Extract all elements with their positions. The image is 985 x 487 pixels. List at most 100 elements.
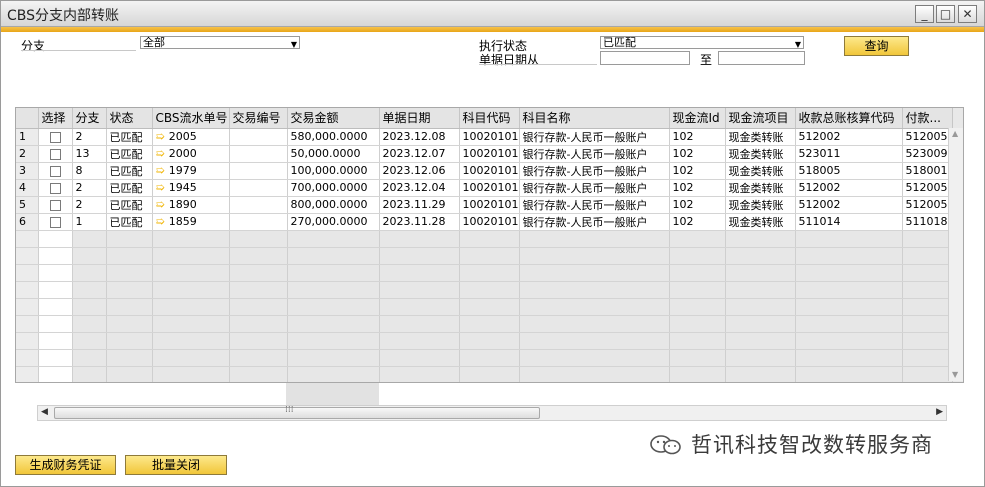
cell-cf-item[interactable]: 现金类转账: [725, 145, 796, 163]
table-row[interactable]: 6 1 已匹配 ➯ 1859 270,000.0000 2023.11.28 10020101…: [16, 213, 953, 231]
cell-cf-id[interactable]: 102: [669, 196, 726, 214]
cell-amount[interactable]: 700,000.0000: [287, 179, 380, 197]
scroll-right-icon[interactable]: ▶: [936, 407, 943, 417]
batch-close-button[interactable]: 批量关闭: [125, 455, 227, 475]
cell-branch[interactable]: 2: [72, 179, 107, 197]
cell-recv-code[interactable]: 512002: [795, 128, 903, 146]
cell-acct-code[interactable]: 10020101: [459, 162, 520, 180]
col-select[interactable]: 选择: [38, 108, 73, 129]
query-button[interactable]: 查询: [844, 36, 909, 56]
cell-trade-no[interactable]: [229, 213, 288, 231]
cell-cf-item[interactable]: 现金类转账: [725, 128, 796, 146]
table-row[interactable]: 1 2 已匹配 ➯ 2005 580,000.0000 2023.12.08 10020101…: [16, 128, 953, 146]
cell-cbs-no[interactable]: ➯ 2005: [152, 128, 230, 146]
table-row[interactable]: 2 13 已匹配 ➯ 2000 50,000.0000 2023.12.07 10020101…: [16, 145, 953, 163]
cell-cf-item[interactable]: 现金类转账: [725, 162, 796, 180]
cell-trade-no[interactable]: [229, 196, 288, 214]
select-checkbox[interactable]: [49, 165, 61, 177]
cell-status[interactable]: 已匹配: [106, 196, 153, 214]
cell-acct-code[interactable]: 10020101: [459, 145, 520, 163]
cell-acct-name[interactable]: 银行存款-人民币一般账户: [519, 128, 670, 146]
col-doc-date[interactable]: 单据日期: [379, 108, 460, 129]
cell-doc-date[interactable]: 2023.11.29: [379, 196, 460, 214]
link-arrow-icon[interactable]: ➯: [156, 181, 165, 194]
cell-recv-code[interactable]: 512002: [795, 179, 903, 197]
cell-status[interactable]: 已匹配: [106, 179, 153, 197]
col-recv-code[interactable]: 收款总账核算代码: [795, 108, 903, 129]
table-row[interactable]: 4 2 已匹配 ➯ 1945 700,000.0000 2023.12.04 10020101…: [16, 179, 953, 197]
cell-recv-code[interactable]: 512002: [795, 196, 903, 214]
maximize-button[interactable]: □: [936, 5, 955, 23]
cell-trade-no[interactable]: [229, 162, 288, 180]
link-arrow-icon[interactable]: ➯: [156, 147, 165, 160]
cell-acct-code[interactable]: 10020101: [459, 196, 520, 214]
cell-doc-date[interactable]: 2023.12.04: [379, 179, 460, 197]
cell-trade-no[interactable]: [229, 179, 288, 197]
cell-status[interactable]: 已匹配: [106, 213, 153, 231]
cell-amount[interactable]: 100,000.0000: [287, 162, 380, 180]
table-row[interactable]: 5 2 已匹配 ➯ 1890 800,000.0000 2023.11.29 10020101…: [16, 196, 953, 214]
cell-recv-code[interactable]: 518005: [795, 162, 903, 180]
link-arrow-icon[interactable]: ➯: [156, 215, 165, 228]
cell-acct-code[interactable]: 10020101: [459, 179, 520, 197]
cell-acct-name[interactable]: 银行存款-人民币一般账户: [519, 213, 670, 231]
cell-trade-no[interactable]: [229, 128, 288, 146]
select-checkbox[interactable]: [49, 131, 61, 143]
cell-acct-code[interactable]: 10020101: [459, 128, 520, 146]
cell-cf-id[interactable]: 102: [669, 128, 726, 146]
row-number[interactable]: 1: [16, 128, 39, 146]
col-acct-code[interactable]: 科目代码: [459, 108, 520, 129]
cell-pay-code[interactable]: 512005: [902, 179, 953, 197]
horizontal-scrollbar[interactable]: ◀ ⁞⁞⁞ ▶: [37, 405, 947, 421]
cell-doc-date[interactable]: 2023.12.06: [379, 162, 460, 180]
col-cf-id[interactable]: 现金流Id: [669, 108, 726, 129]
row-number[interactable]: 6: [16, 213, 39, 231]
col-cbs-no[interactable]: CBS流水单号: [152, 108, 230, 129]
cell-acct-name[interactable]: 银行存款-人民币一般账户: [519, 162, 670, 180]
cell-amount[interactable]: 580,000.0000: [287, 128, 380, 146]
select-checkbox[interactable]: [49, 148, 61, 160]
exec-status-select[interactable]: 已匹配 ▼: [600, 36, 804, 49]
col-trade-no[interactable]: 交易编号: [229, 108, 288, 129]
cell-cbs-no[interactable]: ➯ 1859: [152, 213, 230, 231]
cell-cbs-no[interactable]: ➯ 1979: [152, 162, 230, 180]
cell-pay-code[interactable]: 512005: [902, 196, 953, 214]
col-acct-name[interactable]: 科目名称: [519, 108, 670, 129]
cell-cbs-no[interactable]: ➯ 1890: [152, 196, 230, 214]
cell-cf-item[interactable]: 现金类转账: [725, 179, 796, 197]
cell-cf-item[interactable]: 现金类转账: [725, 196, 796, 214]
doc-date-to-input[interactable]: [718, 51, 805, 65]
cell-branch[interactable]: 13: [72, 145, 107, 163]
cell-cf-id[interactable]: 102: [669, 213, 726, 231]
link-arrow-icon[interactable]: ➯: [156, 164, 165, 177]
scroll-thumb[interactable]: ⁞⁞⁞: [54, 405, 540, 419]
select-checkbox[interactable]: [49, 199, 61, 211]
cell-branch[interactable]: 2: [72, 196, 107, 214]
minimize-button[interactable]: _: [915, 5, 934, 23]
title-bar[interactable]: CBS分支内部转账 _ □ ✕: [1, 1, 984, 27]
cell-acct-name[interactable]: 银行存款-人民币一般账户: [519, 196, 670, 214]
cell-branch[interactable]: 8: [72, 162, 107, 180]
cell-pay-code[interactable]: 523009: [902, 145, 953, 163]
row-number[interactable]: 5: [16, 196, 39, 214]
cell-acct-name[interactable]: 银行存款-人民币一般账户: [519, 179, 670, 197]
cell-doc-date[interactable]: 2023.12.07: [379, 145, 460, 163]
branch-select[interactable]: 全部 ▼: [140, 36, 300, 49]
cell-pay-code[interactable]: 511018: [902, 213, 953, 231]
col-status[interactable]: 状态: [106, 108, 153, 129]
col-cf-item[interactable]: 现金流项目: [725, 108, 796, 129]
scroll-down-icon[interactable]: ▼: [952, 370, 958, 379]
cell-cf-id[interactable]: 102: [669, 162, 726, 180]
cell-cf-item[interactable]: 现金类转账: [725, 213, 796, 231]
scroll-left-icon[interactable]: ◀: [41, 407, 48, 417]
select-checkbox[interactable]: [49, 182, 61, 194]
cell-status[interactable]: 已匹配: [106, 145, 153, 163]
cell-acct-name[interactable]: 银行存款-人民币一般账户: [519, 145, 670, 163]
cell-doc-date[interactable]: 2023.12.08: [379, 128, 460, 146]
cell-amount[interactable]: 800,000.0000: [287, 196, 380, 214]
cell-cf-id[interactable]: 102: [669, 179, 726, 197]
cell-doc-date[interactable]: 2023.11.28: [379, 213, 460, 231]
cell-branch[interactable]: 1: [72, 213, 107, 231]
row-number[interactable]: 3: [16, 162, 39, 180]
link-arrow-icon[interactable]: ➯: [156, 198, 165, 211]
